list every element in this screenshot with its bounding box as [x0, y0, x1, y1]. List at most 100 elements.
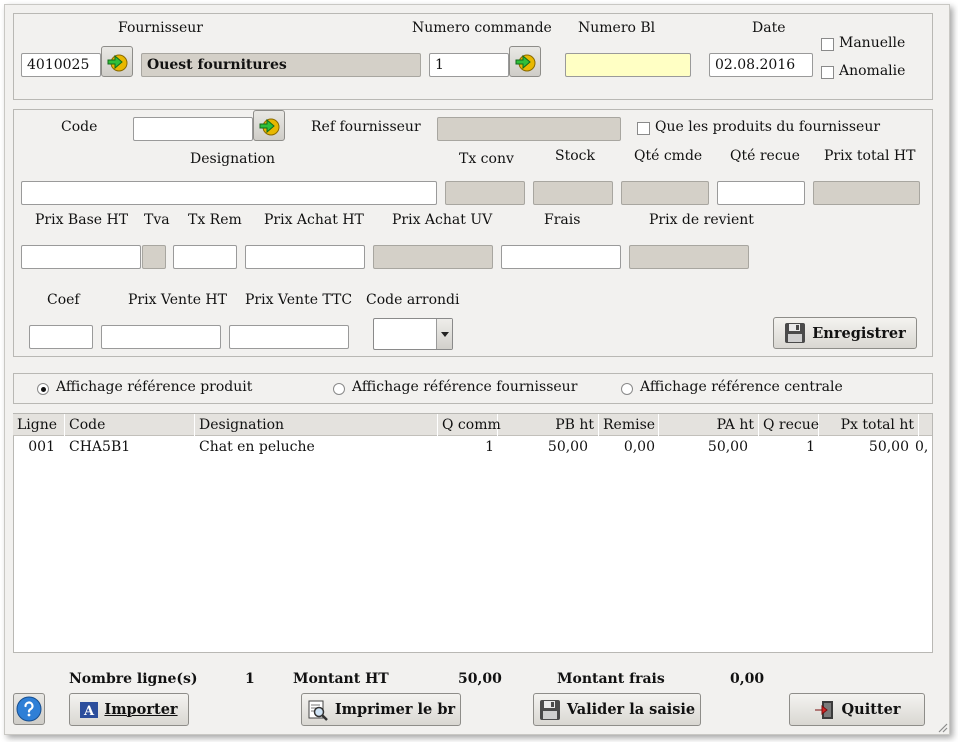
- prix-vente-ttc-label: Prix Vente TTC: [245, 292, 353, 308]
- floppy-disk-icon: [785, 323, 806, 343]
- resize-grip-icon[interactable]: [936, 721, 948, 733]
- ref-fournisseur-field: [437, 117, 621, 141]
- cell-px-total-ht: 50,00: [868, 439, 909, 455]
- prix-base-ht-label: Prix Base HT: [35, 212, 129, 228]
- code-arrondi-select[interactable]: [373, 318, 453, 350]
- anomalie-label: Anomalie: [839, 63, 906, 79]
- imprimer-button[interactable]: Imprimer le br: [301, 693, 461, 726]
- column-header-designation[interactable]: Designation: [195, 414, 438, 436]
- numero-bl-field[interactable]: [565, 53, 691, 77]
- enregistrer-button-label: Enregistrer: [812, 324, 906, 342]
- help-icon: [16, 696, 42, 722]
- montant-ht-label: Montant HT: [293, 671, 389, 687]
- tx-conv-label: Tx conv: [459, 151, 514, 167]
- imprimer-button-label: Imprimer le br: [334, 701, 456, 718]
- tva-label: Tva: [144, 212, 170, 228]
- prix-base-ht-field[interactable]: [21, 245, 141, 269]
- nombre-lignes-value: 1: [245, 671, 255, 687]
- coef-label: Coef: [47, 292, 80, 308]
- fournisseur-lookup-button[interactable]: [101, 46, 133, 77]
- prix-achat-uv-field: [373, 245, 493, 269]
- column-header-remise[interactable]: Remise: [599, 414, 659, 436]
- numero-commande-label: Numero commande: [412, 20, 552, 36]
- stock-field: [533, 181, 613, 205]
- importer-button[interactable]: A Importer: [69, 693, 189, 726]
- floppy-disk-icon: [539, 699, 560, 720]
- designation-field[interactable]: [21, 181, 437, 205]
- cell-designation: Chat en peluche: [199, 439, 315, 455]
- cell-pa-ht: 50,00: [707, 439, 748, 455]
- montant-frais-value: 0,00: [730, 671, 765, 687]
- enregistrer-button[interactable]: Enregistrer: [773, 317, 917, 349]
- cell-remise: 0,00: [623, 439, 655, 455]
- code-lookup-button[interactable]: [253, 110, 285, 141]
- cell-truncated: 0,: [915, 439, 929, 455]
- qte-recue-field[interactable]: [717, 181, 805, 205]
- date-label: Date: [752, 20, 786, 36]
- radio-reference-fournisseur[interactable]: [333, 383, 345, 395]
- prix-vente-ttc-field[interactable]: [229, 325, 349, 349]
- tx-rem-label: Tx Rem: [188, 212, 242, 228]
- column-header-pb-ht[interactable]: PB ht: [498, 414, 599, 436]
- manuelle-label: Manuelle: [839, 35, 906, 51]
- table-header: Ligne Code Designation Q comm PB ht Remi…: [13, 414, 932, 436]
- code-arrondi-label: Code arrondi: [366, 292, 460, 308]
- frais-field[interactable]: [501, 245, 621, 269]
- importer-button-label: Importer: [104, 701, 178, 718]
- prix-vente-ht-label: Prix Vente HT: [128, 292, 227, 308]
- qte-cmde-label: Qté cmde: [634, 148, 703, 164]
- prix-revient-field: [629, 245, 749, 269]
- radio-reference-centrale[interactable]: [621, 383, 633, 395]
- coef-field[interactable]: [29, 325, 93, 349]
- numero-commande-field[interactable]: 1: [429, 53, 509, 77]
- code-field[interactable]: [133, 117, 253, 141]
- prix-total-ht-label: Prix total HT: [824, 148, 916, 164]
- anomalie-checkbox[interactable]: [821, 66, 834, 79]
- prix-achat-ht-field[interactable]: [245, 245, 365, 269]
- manuelle-checkbox[interactable]: [821, 38, 834, 51]
- quitter-button[interactable]: Quitter: [789, 693, 925, 726]
- qte-recue-label: Qté recue: [730, 148, 800, 164]
- montant-ht-value: 50,00: [458, 671, 502, 687]
- table-row[interactable]: 001 CHA5B1 Chat en peluche 1 50,00 0,00 …: [13, 437, 932, 457]
- column-header-ligne[interactable]: Ligne: [13, 414, 65, 436]
- import-text-icon: A: [80, 701, 99, 718]
- radio-reference-produit[interactable]: [37, 383, 49, 395]
- radio-reference-produit-label: Affichage référence produit: [56, 379, 253, 395]
- column-header-q-comm[interactable]: Q comm: [438, 414, 501, 436]
- radio-reference-centrale-label: Affichage référence centrale: [640, 379, 843, 395]
- prix-achat-ht-label: Prix Achat HT: [264, 212, 364, 228]
- column-header-px-total-ht[interactable]: Px total ht: [819, 414, 919, 436]
- numero-bl-label: Numero Bl: [578, 20, 656, 36]
- designation-label: Designation: [190, 151, 276, 167]
- cell-ligne: 001: [28, 439, 55, 455]
- column-header-code[interactable]: Code: [65, 414, 195, 436]
- tx-rem-field[interactable]: [173, 245, 237, 269]
- ref-fournisseur-label: Ref fournisseur: [311, 119, 421, 135]
- fournisseur-name-field: Ouest fournitures: [141, 53, 421, 77]
- qte-cmde-field: [621, 181, 709, 205]
- prix-total-ht-field: [813, 181, 920, 205]
- svg-text:A: A: [83, 704, 95, 718]
- fournisseur-code-field[interactable]: 4010025: [21, 53, 101, 77]
- prix-vente-ht-field[interactable]: [101, 325, 221, 349]
- quitter-button-label: Quitter: [841, 701, 901, 718]
- tva-field: [142, 245, 166, 269]
- radio-reference-fournisseur-label: Affichage référence fournisseur: [352, 379, 578, 395]
- cell-code: CHA5B1: [69, 439, 131, 455]
- column-header-pa-ht[interactable]: PA ht: [659, 414, 759, 436]
- help-button[interactable]: [13, 693, 45, 725]
- only-supplier-checkbox[interactable]: [637, 122, 650, 135]
- valider-button[interactable]: Valider la saisie: [533, 693, 701, 726]
- commande-lookup-button[interactable]: [509, 46, 541, 77]
- only-supplier-label: Que les produits du fournisseur: [655, 119, 881, 135]
- dropdown-button[interactable]: [436, 319, 452, 349]
- nombre-lignes-label: Nombre ligne(s): [69, 671, 198, 687]
- exit-door-icon: [814, 700, 833, 719]
- column-header-q-recue[interactable]: Q recue: [759, 414, 819, 436]
- date-field[interactable]: 02.08.2016: [709, 53, 813, 77]
- go-arrow-icon: [259, 118, 280, 135]
- montant-frais-label: Montant frais: [557, 671, 665, 687]
- chevron-down-icon: [440, 331, 449, 337]
- prix-achat-uv-label: Prix Achat UV: [392, 212, 493, 228]
